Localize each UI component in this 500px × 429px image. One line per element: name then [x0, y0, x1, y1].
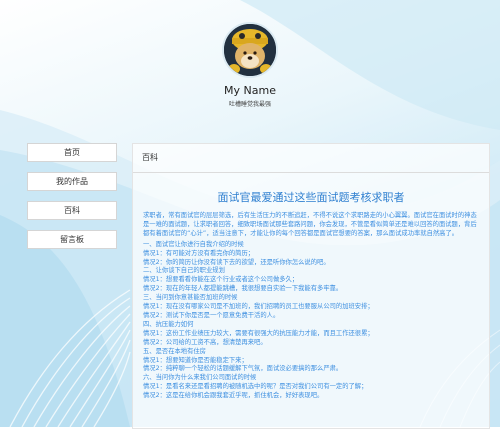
article-line: 情况1：现在没有哪家公司是不加班的，我们招聘的员工也要服从公司的加班安排；	[143, 303, 374, 311]
article-line: 情况1：有可能对方没有看完你的简历；	[143, 249, 255, 257]
profile-motto: 吐槽睡觉我最强	[228, 101, 271, 108]
article-intro: 求职者，常有面试官的层层筛选，后有生活压力的不断追赶，不得不说这个求职路走的小心…	[143, 212, 477, 237]
nav-works-button[interactable]: 我的作品	[27, 172, 117, 191]
avatar[interactable]	[222, 22, 278, 78]
article-line: 一、面试官让你进行自我介绍的时候	[143, 240, 244, 248]
article-line: 五、是否在本地有住房	[143, 347, 206, 355]
article-line: 情况2：纯粹聊一个轻松的话题缓解下气氛，面试没必要搞的那么严肃。	[143, 365, 343, 373]
profile-section: My Name 吐槽睡觉我最强	[0, 22, 500, 108]
article-line: 情况1：是看名来还是看招聘的被随机选中的呢？是否对我们公司有一定的了解；	[143, 383, 368, 391]
article-line: 情况2：公司给的工资不高，想清楚再来吧。	[143, 338, 267, 346]
article-line: 情况1：想要看看你能在这个行业或者这个公司做多久；	[143, 276, 299, 284]
article-line: 情况1：这份工作业绩压力较大，需要有很强大的抗压能力才能，而且工作还很累；	[143, 329, 374, 337]
article-body: 求职者，常有面试官的层层筛选，后有生活压力的不断追赶，不得不说这个求职路走的小心…	[133, 205, 489, 401]
panel-header: 百科	[133, 144, 489, 173]
article-line-list: 一、面试官让你进行自我介绍的时候 情况1：有可能对方没有看完你的简历； 情况2：…	[143, 241, 479, 401]
profile-name: My Name	[224, 84, 276, 97]
article-line: 情况2：测试下你是否是一个愿意免费干活的人。	[143, 311, 280, 319]
article-line: 二、让你谈下自己的职业规划	[143, 267, 225, 275]
article-line: 情况2：这是在给你机会跟我套近乎呢，抓住机会，好好表现吧。	[143, 392, 324, 400]
article-line: 情况2：现在的年轻人都提能跳槽，我很想要自实验一下我能有多牢靠。	[143, 285, 343, 293]
article-line: 六、当问你为什么来我们公司面试的时候	[143, 374, 257, 382]
dog-in-hat-avatar-icon	[224, 24, 276, 76]
nav-home-button[interactable]: 首页	[27, 143, 117, 162]
nav-guestbook-button[interactable]: 留言板	[27, 230, 117, 249]
article-line: 三、当问到你意甚能否加班的时候	[143, 294, 238, 302]
article-title[interactable]: 面试官最爱通过这些面试题考核求职者	[133, 189, 489, 205]
article-line: 四、抗压能力如何	[143, 320, 194, 328]
nav-wiki-button[interactable]: 百科	[27, 201, 117, 220]
nav-menu: 首页 我的作品 百科 留言板	[27, 143, 117, 259]
content-panel: 百科 面试官最爱通过这些面试题考核求职者 求职者，常有面试官的层层筛选，后有生活…	[132, 143, 490, 429]
